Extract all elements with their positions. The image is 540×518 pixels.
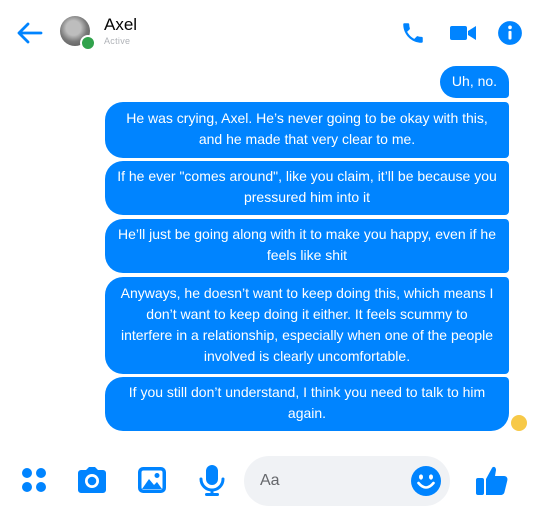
- phone-icon[interactable]: [400, 20, 426, 46]
- info-icon[interactable]: [497, 20, 523, 46]
- video-camera-icon[interactable]: [448, 20, 478, 46]
- image-icon[interactable]: [134, 462, 170, 498]
- thumbs-up-icon[interactable]: [474, 462, 510, 498]
- active-status: Active: [104, 36, 131, 46]
- apps-menu-icon[interactable]: [16, 462, 52, 498]
- message-bubble[interactable]: He’ll just be going along with it to mak…: [105, 219, 509, 273]
- message-text: Anyways, he doesn’t want to keep doing t…: [120, 285, 494, 364]
- message-text: He was crying, Axel. He’s never going to…: [126, 110, 488, 147]
- message-bubble[interactable]: Uh, no.: [440, 66, 509, 98]
- message-text: If you still don’t understand, I think y…: [128, 384, 486, 421]
- message-input-container: [244, 456, 450, 506]
- camera-icon[interactable]: [74, 462, 110, 498]
- online-indicator: [80, 35, 96, 51]
- message-text: He’ll just be going along with it to mak…: [118, 226, 496, 263]
- contact-name[interactable]: Axel: [104, 15, 137, 35]
- message-bubble[interactable]: He was crying, Axel. He’s never going to…: [105, 102, 509, 158]
- message-bubble[interactable]: If he ever "comes around", like you clai…: [105, 161, 509, 215]
- microphone-icon[interactable]: [194, 462, 230, 498]
- emoji-icon[interactable]: [410, 465, 442, 497]
- message-bubble[interactable]: Anyways, he doesn’t want to keep doing t…: [105, 277, 509, 374]
- seen-avatar: [511, 415, 527, 431]
- message-bubble[interactable]: If you still don’t understand, I think y…: [105, 377, 509, 431]
- message-text: If he ever "comes around", like you clai…: [117, 168, 497, 205]
- back-arrow-icon[interactable]: [14, 18, 44, 48]
- message-input[interactable]: [260, 470, 400, 492]
- chat-header: Axel Active: [0, 0, 540, 64]
- message-text: Uh, no.: [451, 73, 498, 89]
